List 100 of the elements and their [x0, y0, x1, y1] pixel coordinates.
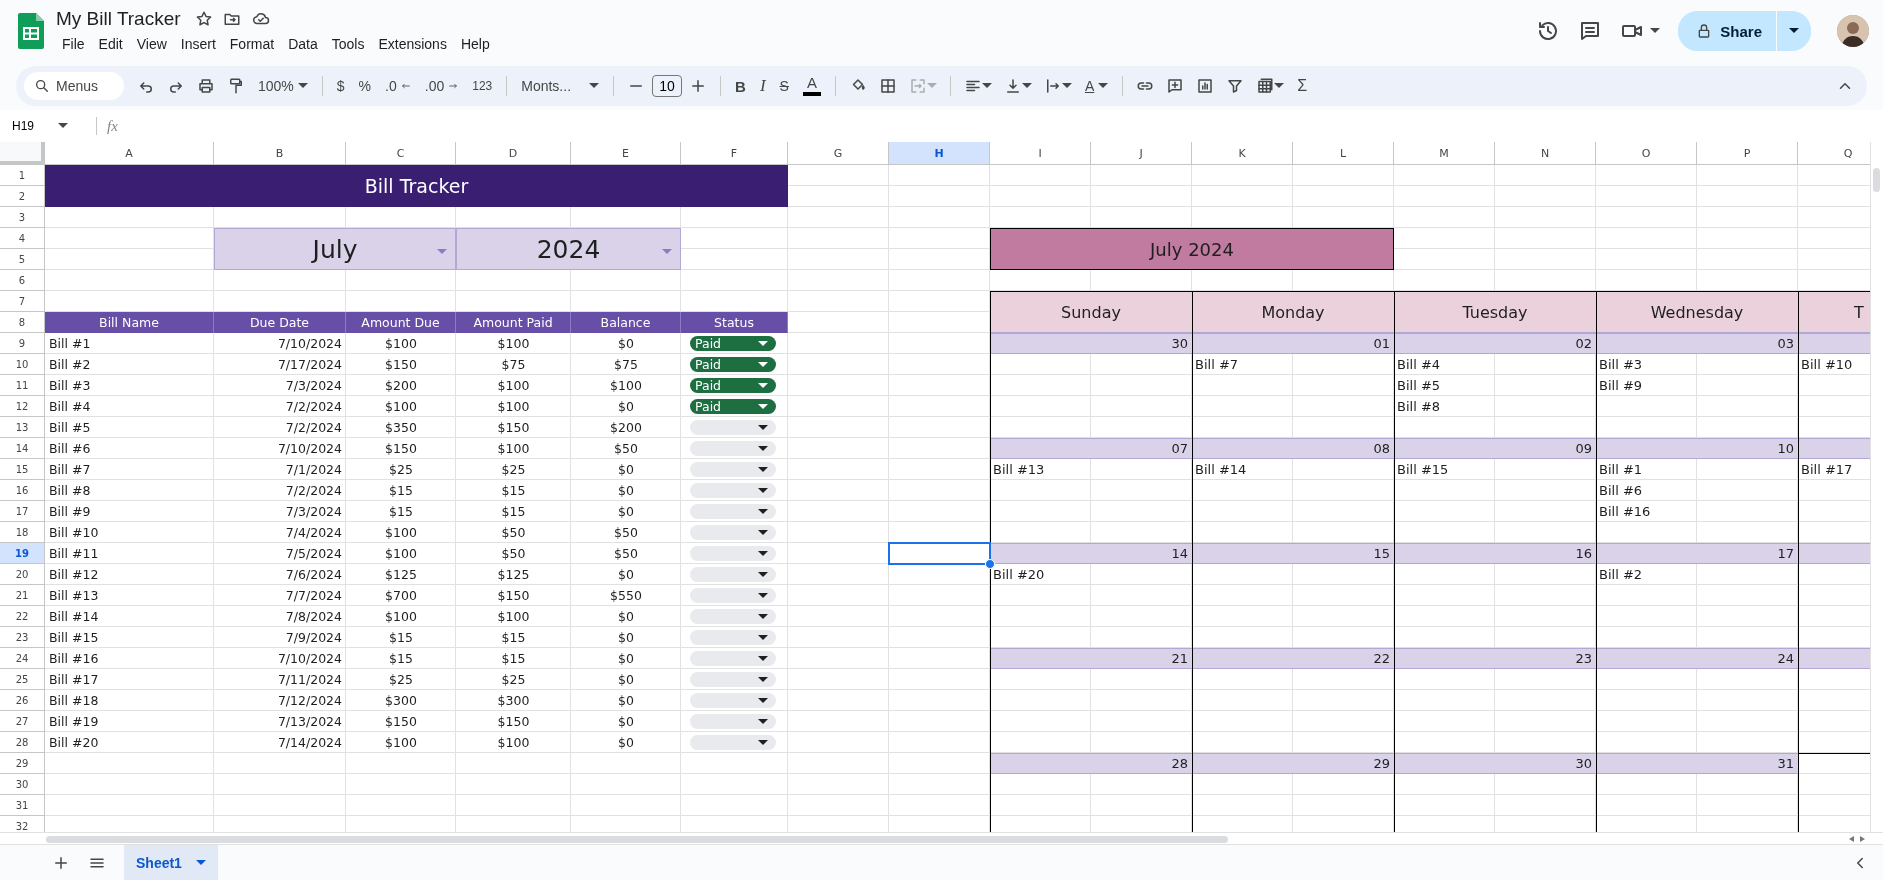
caret-icon[interactable]	[758, 655, 768, 662]
caret-icon[interactable]	[758, 508, 768, 515]
row-header[interactable]: 20	[0, 564, 45, 585]
status-dropdown[interactable]	[690, 609, 776, 624]
vertical-scrollbar[interactable]	[1870, 142, 1883, 832]
percent-button[interactable]: %	[352, 74, 378, 98]
row-header[interactable]: 15	[0, 459, 45, 480]
column-header[interactable]: P	[1697, 142, 1798, 165]
menu-item[interactable]: View	[130, 34, 173, 54]
column-header[interactable]: O	[1596, 142, 1697, 165]
spreadsheet-logo-icon[interactable]	[18, 13, 44, 49]
star-icon[interactable]	[194, 10, 213, 28]
row-header[interactable]: 13	[0, 417, 45, 438]
text-rotation-button[interactable]: A	[1078, 74, 1115, 98]
column-header[interactable]: I	[990, 142, 1091, 165]
print-icon[interactable]	[197, 77, 215, 95]
caret-icon[interactable]	[758, 613, 768, 620]
status-dropdown[interactable]	[690, 546, 776, 561]
share-button[interactable]: Share	[1678, 11, 1777, 51]
caret-icon[interactable]	[1061, 83, 1072, 89]
caret-icon[interactable]	[1274, 83, 1285, 89]
menu-item[interactable]: File	[56, 34, 91, 54]
caret-icon[interactable]	[758, 718, 768, 725]
zoom-dropdown[interactable]: 100%	[252, 74, 314, 98]
paint-format-icon[interactable]	[227, 77, 245, 95]
status-dropdown[interactable]	[690, 525, 776, 540]
add-comment-icon[interactable]	[1166, 77, 1185, 95]
menu-item[interactable]: Insert	[174, 34, 222, 54]
row-header[interactable]: 4	[0, 228, 45, 249]
status-dropdown[interactable]	[690, 420, 776, 435]
menu-item[interactable]: Edit	[92, 34, 129, 54]
row-header[interactable]: 23	[0, 627, 45, 648]
caret-icon[interactable]	[297, 83, 308, 89]
status-dropdown[interactable]	[690, 504, 776, 519]
currency-button[interactable]: $	[330, 74, 351, 98]
column-header[interactable]: C	[346, 142, 456, 165]
menu-item[interactable]: Tools	[325, 34, 371, 54]
status-dropdown[interactable]	[690, 630, 776, 645]
caret-icon[interactable]	[758, 403, 768, 410]
caret-icon[interactable]	[758, 424, 768, 431]
row-header[interactable]: 8	[0, 312, 45, 333]
scroll-right-icon[interactable]	[1859, 835, 1865, 842]
caret-icon[interactable]	[758, 592, 768, 599]
menu-item[interactable]: Data	[282, 34, 324, 54]
menu-item[interactable]: Extensions	[372, 34, 453, 54]
caret-icon[interactable]	[1789, 28, 1799, 34]
column-header[interactable]: G	[788, 142, 889, 165]
avatar[interactable]	[1837, 15, 1869, 47]
caret-icon[interactable]	[1650, 28, 1661, 34]
status-dropdown[interactable]	[690, 567, 776, 582]
row-header[interactable]: 6	[0, 270, 45, 291]
column-header[interactable]: M	[1394, 142, 1495, 165]
bold-button[interactable]: B	[729, 73, 752, 99]
month-dropdown[interactable]: July	[214, 228, 456, 270]
chart-icon[interactable]	[1196, 77, 1215, 95]
number-format-button[interactable]: 123	[466, 75, 499, 97]
increase-decimal-button[interactable]: .00	[418, 74, 465, 98]
row-header[interactable]: 1	[0, 165, 45, 186]
status-dropdown[interactable]: Paid	[690, 378, 776, 393]
caret-icon[interactable]	[758, 697, 768, 704]
caret-icon[interactable]	[1021, 83, 1032, 89]
document-title[interactable]: My Bill Tracker	[56, 8, 181, 30]
row-header[interactable]: 10	[0, 354, 45, 375]
status-dropdown[interactable]: Paid	[690, 357, 776, 372]
caret-icon[interactable]	[758, 676, 768, 683]
table-icon[interactable]	[1256, 77, 1275, 95]
status-dropdown[interactable]	[690, 672, 776, 687]
row-header[interactable]: 16	[0, 480, 45, 501]
caret-icon[interactable]	[758, 550, 768, 557]
caret-icon[interactable]	[758, 487, 768, 494]
column-header[interactable]: N	[1495, 142, 1596, 165]
borders-icon[interactable]	[878, 77, 897, 95]
sheet-tab[interactable]: Sheet1	[124, 844, 218, 880]
caret-icon[interactable]	[1098, 83, 1109, 89]
row-header[interactable]: 21	[0, 585, 45, 606]
caret-icon[interactable]	[589, 83, 600, 89]
caret-icon[interactable]	[758, 571, 768, 578]
row-header[interactable]: 17	[0, 501, 45, 522]
menus-search-field[interactable]: Menus	[24, 72, 124, 100]
row-header[interactable]: 25	[0, 669, 45, 690]
caret-icon[interactable]	[981, 83, 992, 89]
caret-icon[interactable]	[758, 634, 768, 641]
status-dropdown[interactable]	[690, 483, 776, 498]
row-header[interactable]: 3	[0, 207, 45, 228]
font-size-field[interactable]: 10	[652, 75, 683, 97]
row-header[interactable]: 9	[0, 333, 45, 354]
status-dropdown[interactable]: Paid	[690, 399, 776, 414]
status-dropdown[interactable]	[690, 441, 776, 456]
row-header[interactable]: 31	[0, 795, 45, 816]
column-header[interactable]: B	[214, 142, 346, 165]
menu-item[interactable]: Format	[223, 34, 281, 54]
row-header[interactable]: 11	[0, 375, 45, 396]
row-header[interactable]: 26	[0, 690, 45, 711]
horizontal-scrollbar[interactable]	[0, 832, 1883, 844]
font-dropdown[interactable]: Monts...	[515, 74, 606, 98]
caret-icon[interactable]	[58, 123, 68, 129]
italic-button[interactable]: I	[753, 72, 772, 100]
status-dropdown[interactable]	[690, 735, 776, 750]
menu-item[interactable]: Help	[454, 34, 496, 54]
filter-icon[interactable]	[1226, 77, 1245, 95]
